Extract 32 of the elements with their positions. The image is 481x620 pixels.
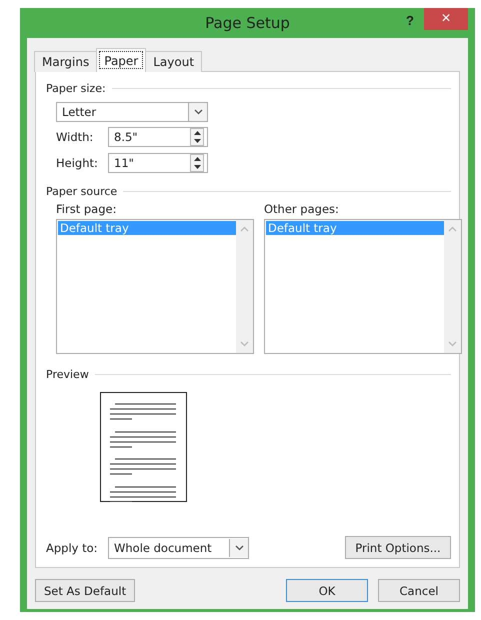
- field-label: Height:: [56, 156, 99, 170]
- scroll-up-icon: [448, 226, 457, 232]
- scrollbar[interactable]: [444, 220, 461, 353]
- dialog-button[interactable]: Cancel: [378, 579, 460, 602]
- close-button[interactable]: ×: [424, 8, 468, 30]
- spin-buttons[interactable]: [190, 128, 204, 146]
- section-heading: Preview: [46, 368, 89, 380]
- dialog-button[interactable]: OK: [286, 579, 368, 602]
- field-label: Width:: [56, 130, 94, 144]
- tab[interactable]: Layout: [145, 51, 202, 72]
- scrollbar[interactable]: [236, 220, 253, 353]
- paper-size-dropdown[interactable]: Letter: [56, 102, 208, 122]
- apply-to-dropdown[interactable]: Whole document: [108, 536, 249, 558]
- spin-buttons[interactable]: [190, 154, 204, 172]
- chevron-down-icon: [194, 109, 202, 115]
- tab[interactable]: Margins: [34, 51, 98, 72]
- print-options-button[interactable]: Print Options...: [345, 536, 451, 559]
- chevron-down-icon: [234, 544, 244, 550]
- height-field[interactable]: 11": [108, 153, 208, 173]
- section-heading: Paper source: [46, 184, 118, 198]
- list-label: Other pages:: [264, 202, 340, 216]
- tab[interactable]: Paper: [96, 48, 146, 72]
- window-title: Page Setup: [204, 14, 291, 32]
- list-label: First page:: [56, 202, 118, 216]
- dialog-button[interactable]: Set As Default: [35, 579, 136, 602]
- help-button[interactable]: ?: [396, 9, 424, 31]
- scroll-up-icon: [240, 226, 249, 232]
- scroll-down-icon: [448, 341, 457, 347]
- width-field[interactable]: 8.5": [108, 127, 208, 147]
- field-label: Apply to:: [46, 540, 99, 554]
- section-heading: Paper size:: [46, 82, 106, 94]
- scroll-down-icon: [240, 341, 249, 347]
